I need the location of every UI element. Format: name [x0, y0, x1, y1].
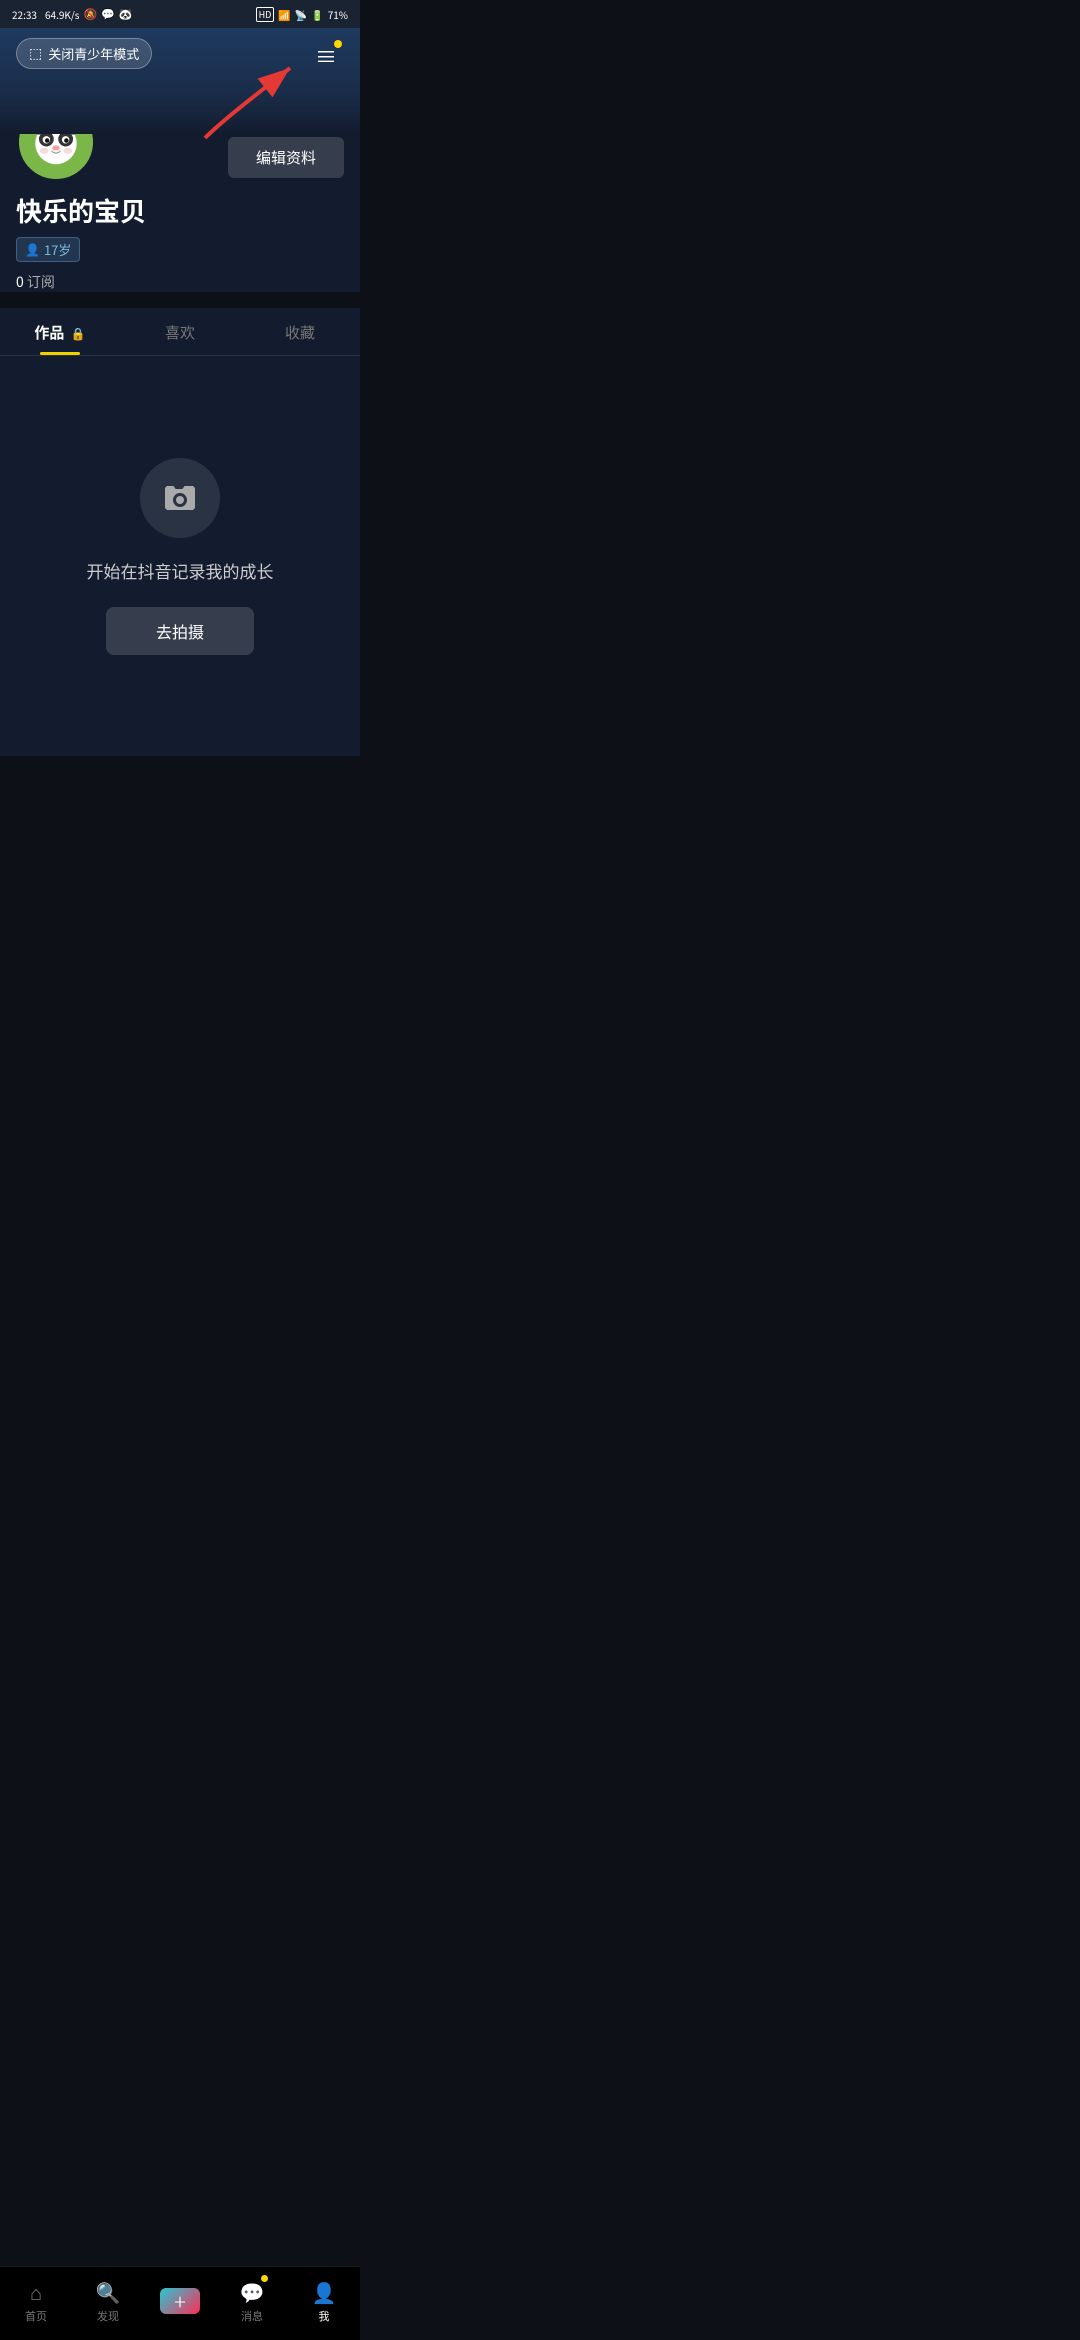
shoot-button[interactable]: 去拍摄 [106, 607, 254, 655]
nav-discover[interactable]: 🔍 发现 [83, 2277, 133, 2324]
tab-works[interactable]: 作品 🔒 [0, 308, 120, 355]
wifi-icon: 📡 [295, 7, 307, 22]
username: 快乐的宝贝 [16, 192, 344, 229]
discover-icon: 🔍 [96, 2277, 121, 2306]
signal-icon: 📶 [278, 7, 290, 22]
battery-percent: 71% [328, 7, 348, 22]
tab-likes-label: 喜欢 [165, 322, 195, 343]
menu-button[interactable]: ≡ [308, 38, 344, 74]
nav-messages[interactable]: 💬 消息 [227, 2277, 277, 2324]
nav-discover-label: 发现 [97, 2308, 119, 2324]
plus-icon: + [174, 2285, 186, 2317]
nav-plus[interactable]: + [155, 2286, 205, 2316]
empty-text: 开始在抖音记录我的成长 [87, 558, 274, 583]
edit-profile-label: 编辑资料 [256, 150, 316, 167]
nav-home[interactable]: ⌂ 首页 [11, 2277, 61, 2324]
status-left: 22:33 64.9K/s 🔕 💬 🐼 [12, 6, 133, 22]
subscriptions: 0 订阅 [16, 272, 344, 292]
mute-icon: 🔕 [83, 6, 97, 22]
youth-mode-label: 关闭青少年模式 [48, 44, 139, 63]
nav-profile[interactable]: 👤 我 [299, 2277, 349, 2324]
content-area: 开始在抖音记录我的成长 去拍摄 [0, 356, 360, 756]
age-text: 17岁 [44, 240, 71, 259]
tab-favorites-label: 收藏 [285, 322, 315, 343]
status-right: HD 📶 📡 🔋 71% [256, 7, 348, 22]
tabs-container: 作品 🔒 喜欢 收藏 [0, 308, 360, 356]
status-bar: 22:33 64.9K/s 🔕 💬 🐼 HD 📶 📡 🔋 71% [0, 0, 360, 28]
menu-notification-dot [334, 40, 342, 48]
edit-profile-button[interactable]: 编辑资料 [228, 137, 344, 178]
lock-icon: 🔒 [71, 325, 86, 342]
nav-home-label: 首页 [25, 2308, 47, 2324]
message-icon: 💬 [240, 2277, 265, 2306]
time: 22:33 [12, 7, 37, 22]
home-icon: ⌂ [30, 2277, 42, 2306]
battery-icon: 🔋 [311, 7, 323, 22]
youth-mode-button[interactable]: ⬚ 关闭青少年模式 [16, 38, 152, 69]
bottom-nav: ⌂ 首页 🔍 发现 + 💬 消息 👤 我 [0, 2266, 360, 2340]
hd-badge: HD [256, 7, 275, 22]
speed: 64.9K/s [45, 7, 80, 22]
subscription-count: 0 [16, 272, 24, 292]
shoot-label: 去拍摄 [156, 625, 204, 642]
tab-works-label: 作品 [34, 322, 64, 343]
youth-mode-icon: ⬚ [29, 45, 42, 62]
notification-icon: 💬 [101, 6, 115, 22]
age-badge: 👤 17岁 [16, 237, 80, 262]
camera-circle [140, 458, 220, 538]
nav-profile-label: 我 [319, 2308, 330, 2324]
profile-icon: 👤 [312, 2277, 337, 2306]
nav-messages-label: 消息 [241, 2308, 263, 2324]
person-icon: 👤 [25, 241, 40, 258]
app-icon: 🐼 [119, 6, 133, 22]
camera-icon [162, 480, 198, 516]
plus-button[interactable]: + [158, 2286, 202, 2316]
tab-favorites[interactable]: 收藏 [240, 308, 360, 355]
tab-likes[interactable]: 喜欢 [120, 308, 240, 355]
header: ⬚ 关闭青少年模式 ≡ [0, 28, 360, 134]
